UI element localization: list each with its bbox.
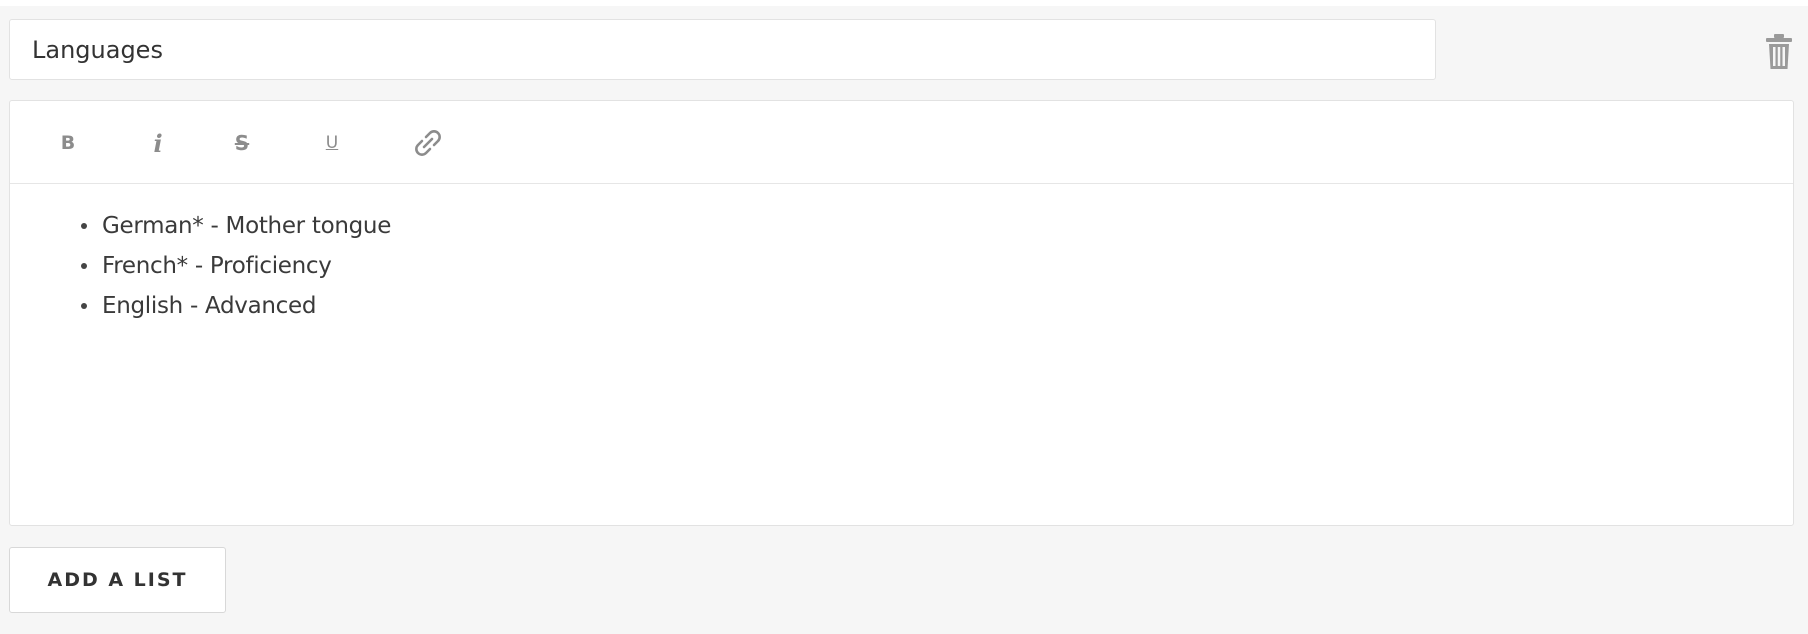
trash-icon [1766, 34, 1792, 69]
list-item: English - Advanced [81, 286, 1793, 326]
link-icon [415, 130, 441, 156]
list-item-text: German* - Mother tongue [102, 213, 392, 239]
underline-button[interactable]: U [310, 121, 354, 165]
editor-content[interactable]: German* - Mother tongue French* - Profic… [10, 184, 1793, 326]
add-list-button[interactable]: ADD A LIST [9, 547, 226, 613]
rich-text-editor: B i S U German* - Mother tongue French* … [9, 100, 1794, 526]
list-item-text: French* - Proficiency [102, 253, 332, 279]
section-title-input[interactable] [9, 19, 1436, 80]
strikethrough-button[interactable]: S [220, 121, 264, 165]
bullet-icon [81, 223, 87, 229]
list-item: French* - Proficiency [81, 246, 1793, 286]
link-button[interactable] [406, 121, 450, 165]
bullet-list: German* - Mother tongue French* - Profic… [10, 206, 1793, 326]
section-editor-panel: B i S U German* - Mother tongue French* … [0, 6, 1808, 634]
bullet-icon [81, 303, 87, 309]
italic-button[interactable]: i [136, 121, 180, 165]
bold-button[interactable]: B [46, 121, 90, 165]
delete-section-button[interactable] [1764, 33, 1794, 71]
list-item: German* - Mother tongue [81, 206, 1793, 246]
list-item-text: English - Advanced [102, 293, 317, 319]
bullet-icon [81, 263, 87, 269]
editor-toolbar: B i S U [10, 101, 1793, 184]
